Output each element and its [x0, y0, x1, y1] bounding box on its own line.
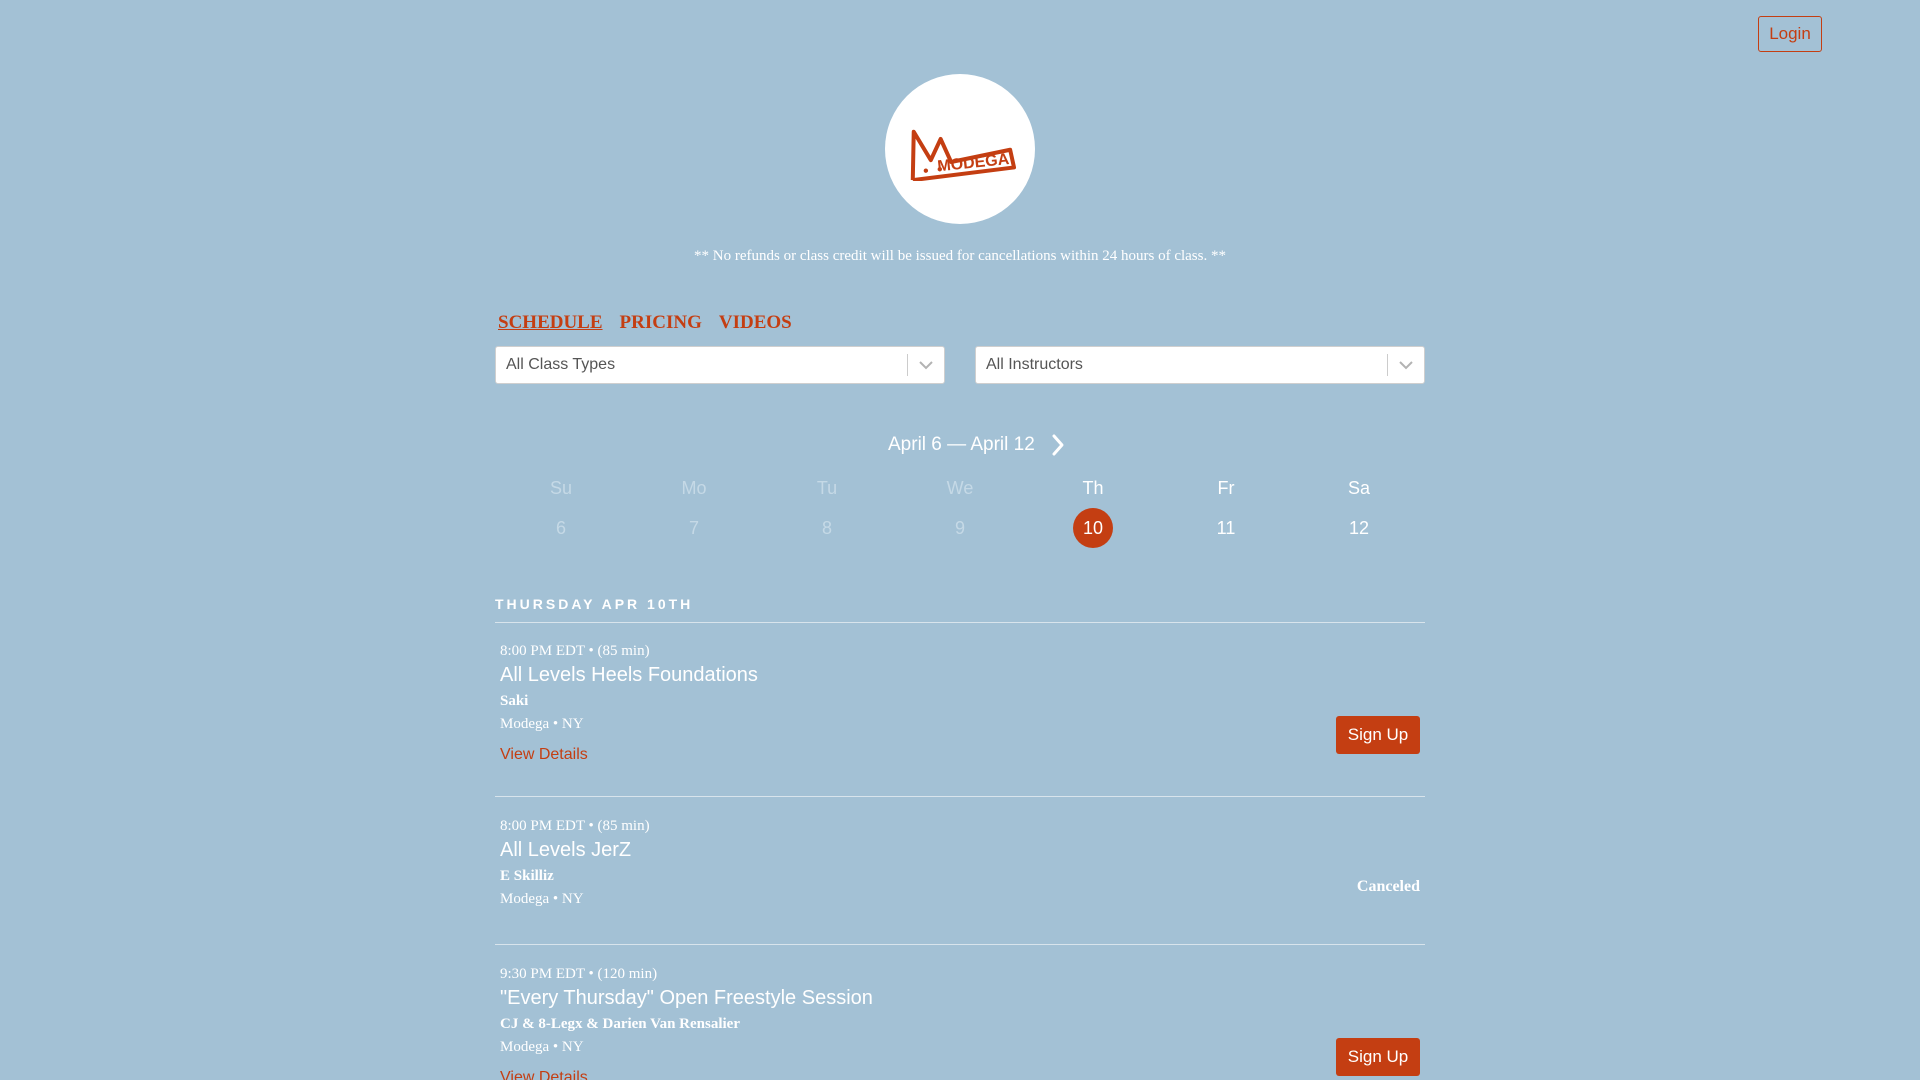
- class-time: 8:00 PM EDT • (85 min): [500, 818, 650, 834]
- day-name: Th: [1082, 478, 1104, 498]
- tab-schedule[interactable]: SCHEDULE: [498, 312, 603, 334]
- class-location: Modega • NY: [500, 716, 584, 732]
- day-date: 7: [688, 518, 699, 538]
- sign-up-button[interactable]: Sign Up: [1336, 716, 1420, 754]
- view-details-link[interactable]: View Details: [500, 1069, 588, 1080]
- day-sunday: Su 6: [531, 476, 591, 548]
- main-tabs: SCHEDULE PRICING VIDEOS: [498, 312, 792, 334]
- sign-up-button[interactable]: Sign Up: [1336, 1038, 1420, 1076]
- instructor-select[interactable]: All Instructors: [975, 346, 1425, 384]
- instructor-value: All Instructors: [986, 356, 1083, 373]
- day-saturday[interactable]: Sa 12: [1329, 476, 1389, 548]
- schedule-page: Login MODEGA ** No refunds or class cred…: [0, 0, 1920, 1080]
- divider: [495, 796, 1425, 797]
- day-date: 8: [821, 518, 832, 538]
- class-instructor: CJ & 8-Legx & Darien Van Rensalier: [500, 1016, 740, 1032]
- class-instructor: E Skilliz: [500, 868, 554, 884]
- cancellation-notice: ** No refunds or class credit will be is…: [694, 248, 1226, 264]
- class-time: 8:00 PM EDT • (85 min): [500, 643, 650, 659]
- class-item: 8:00 PM EDT • (85 min) All Levels JerZ E…: [500, 818, 1420, 908]
- day-date: 9: [954, 518, 965, 538]
- class-title: "Every Thursday" Open Freestyle Session: [500, 987, 873, 1009]
- view-details-link[interactable]: View Details: [500, 746, 588, 764]
- class-title: All Levels JerZ: [500, 839, 632, 861]
- tab-pricing[interactable]: PRICING: [620, 312, 702, 334]
- canceled-status: Canceled: [1356, 878, 1420, 895]
- day-name: Tu: [816, 478, 838, 498]
- class-type-value: All Class Types: [506, 356, 616, 373]
- divider: [495, 622, 1425, 623]
- day-tuesday: Tu 8: [797, 476, 857, 548]
- week-day-picker: Su 6 Mo 7 Tu 8 We 9 Th 10 Fr 11 Sa 12: [495, 476, 1425, 548]
- class-item: 8:00 PM EDT • (85 min) All Levels Heels …: [500, 643, 1420, 764]
- day-name: Fr: [1217, 478, 1235, 498]
- class-instructor: Saki: [500, 693, 529, 709]
- class-item: 9:30 PM EDT • (120 min) "Every Thursday"…: [500, 966, 1420, 1080]
- day-thursday[interactable]: Th 10: [1063, 476, 1123, 548]
- tab-videos[interactable]: VIDEOS: [719, 312, 792, 334]
- chevron-down-icon[interactable]: [908, 360, 944, 370]
- schedule-date-heading: THURSDAY APR 10TH: [495, 596, 694, 612]
- class-type-select[interactable]: All Class Types: [495, 346, 945, 384]
- chevron-down-icon[interactable]: [1388, 360, 1424, 370]
- divider: [495, 944, 1425, 945]
- day-date: 6: [555, 518, 566, 538]
- class-time: 9:30 PM EDT • (120 min): [500, 966, 658, 982]
- day-date[interactable]: 11: [1206, 508, 1246, 548]
- day-date[interactable]: 10: [1073, 508, 1113, 548]
- modega-logo-mark: MODEGA: [910, 129, 1017, 181]
- day-monday: Mo 7: [664, 476, 724, 548]
- day-name: Sa: [1347, 478, 1371, 498]
- modega-logo: MODEGA: [885, 74, 1035, 224]
- day-name: We: [946, 478, 974, 498]
- class-location: Modega • NY: [500, 1039, 584, 1055]
- day-name: Mo: [681, 478, 707, 498]
- class-title: All Levels Heels Foundations: [500, 664, 758, 686]
- chevron-right-icon[interactable]: [1050, 433, 1066, 457]
- day-wednesday: We 9: [930, 476, 990, 548]
- day-name: Su: [549, 478, 573, 498]
- class-location: Modega • NY: [500, 891, 584, 907]
- day-friday[interactable]: Fr 11: [1196, 476, 1256, 548]
- day-date[interactable]: 12: [1339, 508, 1379, 548]
- week-range: April 6 — April 12: [888, 434, 1035, 455]
- login-button[interactable]: Login: [1758, 16, 1822, 52]
